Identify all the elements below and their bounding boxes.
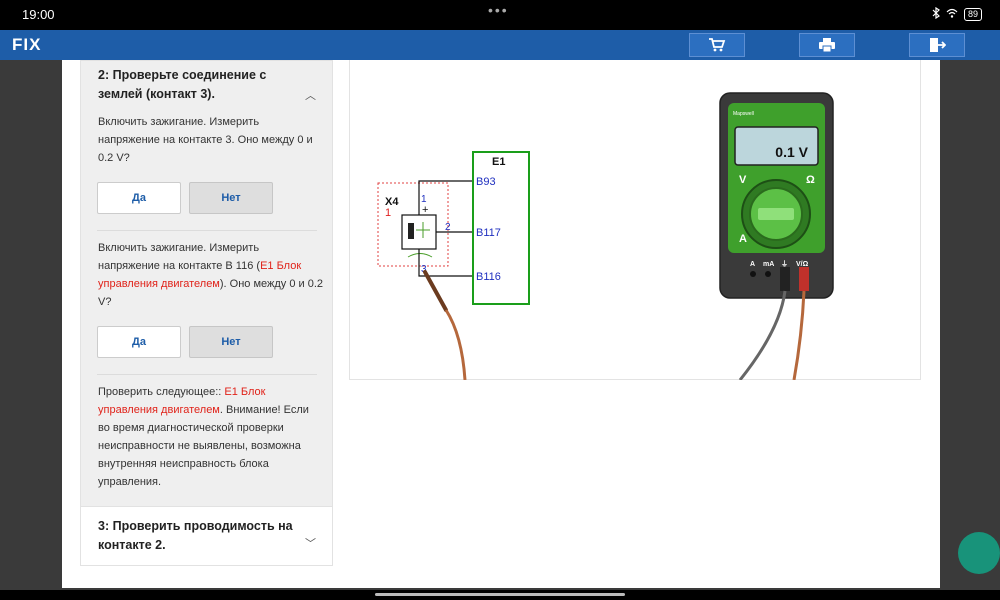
wiring-diagram: X4 1 + 1 2 3 E1 B93 B117 B116 Mapswell 0… — [349, 60, 921, 381]
exit-button[interactable] — [909, 33, 965, 57]
q2-no-button[interactable]: Нет — [189, 326, 273, 358]
exit-icon — [930, 38, 946, 52]
meter-label-v: V — [739, 174, 747, 186]
sensor-plus: + — [422, 204, 428, 216]
app-bar: FIX — [0, 30, 1000, 60]
divider — [97, 230, 317, 231]
connector-number: 1 — [385, 207, 391, 219]
printer-icon — [819, 38, 835, 53]
jack-ma — [765, 271, 771, 277]
question-2-buttons: Да Нет — [97, 326, 273, 358]
nav-bar — [0, 590, 1000, 600]
meter-dial-knob — [758, 208, 794, 220]
probe-lead-red — [444, 309, 467, 381]
sensor-pin-1: 1 — [421, 194, 427, 205]
ground-symbol — [407, 253, 433, 258]
step-2-title[interactable]: 2: Проверьте соединение с землей (контак… — [98, 66, 313, 104]
lead-black — [738, 290, 787, 381]
question-1-buttons: Да Нет — [97, 182, 273, 214]
content-shell: 2: Проверьте соединение с землей (контак… — [0, 60, 1000, 590]
plug-black — [780, 267, 790, 291]
probe-tip — [423, 270, 448, 312]
chevron-up-icon[interactable]: ︿ — [305, 87, 316, 103]
bluetooth-icon — [932, 6, 940, 22]
ecu-pin-b93: B93 — [476, 176, 496, 188]
question-2-text: Включить зажигание. Измерить напряжение … — [98, 242, 324, 308]
main-page: 2: Проверьте соединение с землей (контак… — [62, 60, 940, 588]
status-dots: ••• — [488, 2, 509, 18]
jack-label-vohm: V/Ω — [796, 261, 809, 268]
step-2-panel: 2: Проверьте соединение с землей (контак… — [80, 60, 333, 566]
jack-label-ground: ⏚ — [781, 260, 788, 268]
sensor-element — [408, 223, 414, 239]
meter-label-a: A — [739, 233, 747, 245]
print-button[interactable] — [799, 33, 855, 57]
floating-action-button[interactable] — [958, 532, 1000, 574]
jack-label-ma: mA — [763, 261, 774, 268]
step-3-panel[interactable]: 3: Проверить проводимость на контакте 2.… — [80, 506, 333, 566]
app-logo: FIX — [12, 35, 42, 54]
step-3-title[interactable]: 3: Проверить проводимость на контакте 2. — [98, 517, 298, 555]
jack-label-a: A — [750, 261, 755, 268]
battery-indicator: 89 — [963, 8, 982, 21]
check-text: Проверить следующее:: E1 Блок управления… — [98, 386, 309, 488]
meter-reading: 0.1 V — [775, 144, 808, 160]
chevron-down-icon[interactable]: ﹀ — [305, 535, 316, 551]
q1-yes-button[interactable]: Да — [97, 182, 181, 214]
question-1-text: Включить зажигание. Измерить напряжение … — [98, 116, 313, 164]
q2-yes-button[interactable]: Да — [97, 326, 181, 358]
ecu-label: E1 — [492, 156, 505, 168]
plug-red — [799, 267, 809, 291]
status-bar: 19:00 ••• 89 — [0, 0, 1000, 30]
meter-brand: Mapswell — [733, 111, 754, 117]
home-indicator[interactable] — [375, 593, 625, 596]
lead-red — [792, 290, 806, 381]
sensor-pin-2: 2 — [445, 222, 451, 233]
sensor-body — [401, 214, 437, 250]
divider — [97, 374, 317, 375]
ecu-pin-b116: B116 — [476, 271, 501, 283]
q1-no-button[interactable]: Нет — [189, 182, 273, 214]
cart-icon — [709, 38, 726, 52]
cart-button[interactable] — [689, 33, 745, 57]
wifi-icon — [946, 8, 958, 21]
status-icons: 89 — [932, 6, 982, 22]
diagram-svg: X4 1 + 1 2 3 E1 B93 B117 B116 Mapswell 0… — [377, 92, 834, 381]
jack-a — [750, 271, 756, 277]
meter-label-ohm: Ω — [806, 174, 815, 186]
ecu-pin-b117: B117 — [476, 227, 501, 239]
status-time: 19:00 — [22, 7, 55, 22]
multimeter: Mapswell 0.1 V V Ω A A mA ⏚ V/Ω — [719, 92, 834, 381]
